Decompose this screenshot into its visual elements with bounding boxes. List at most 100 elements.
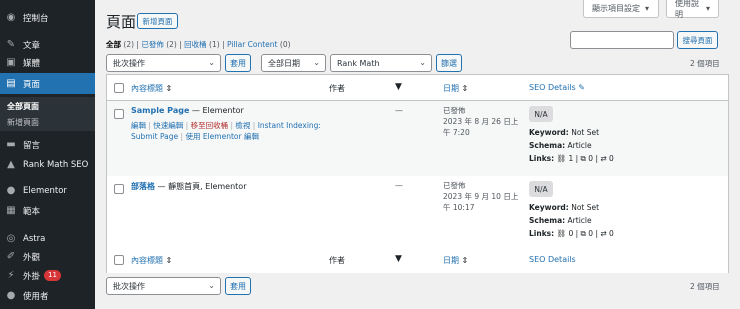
action-view[interactable]: 檢視	[235, 121, 250, 130]
column-seo-label: SEO Details	[529, 83, 576, 92]
screen-options-button[interactable]: 顯示項目設定 ▾	[583, 0, 659, 18]
keyword-label: Keyword:	[529, 128, 569, 137]
row-author: —	[395, 181, 403, 190]
sort-icon: ⇕	[165, 256, 173, 265]
update-count-badge: 11	[44, 270, 61, 281]
menu-label: 控制台	[23, 13, 49, 24]
menu-templates[interactable]: ▦ 範本	[0, 200, 95, 221]
screen-options-label: 顯示項目設定	[592, 4, 640, 13]
search-input[interactable]	[570, 31, 674, 49]
page-title: 頁面	[106, 13, 137, 31]
rank-math-filter-select[interactable]: Rank Math ⌄	[330, 54, 432, 72]
search-pages-button[interactable]: 搜尋頁面	[677, 31, 718, 49]
bulk-action-select[interactable]: 批次操作 ⌄	[106, 54, 221, 72]
links-label: Links:	[529, 229, 555, 238]
user-icon: ●	[6, 290, 16, 301]
table-header: 內容標題 ⇕ 作者 ▼ 日期 ⇕ SEO Details ✎	[107, 75, 728, 101]
select-all-checkbox[interactable]	[114, 255, 124, 265]
column-title-sort[interactable]: 內容標題 ⇕	[131, 255, 172, 266]
action-edit[interactable]: 編輯	[131, 121, 146, 130]
filter-published[interactable]: 已發佈	[141, 40, 164, 49]
row-title: 部落格 — 靜態首頁, Elementor	[131, 181, 246, 192]
add-new-page-button[interactable]: 新增頁面	[137, 13, 178, 29]
bulk-action-select-bottom[interactable]: 批次操作 ⌄	[106, 277, 221, 295]
dashboard-icon: ◉	[6, 12, 16, 23]
bulk-apply-button[interactable]: 套用	[225, 54, 251, 72]
rank-math-icon: ▲	[7, 159, 15, 170]
menu-appearance[interactable]: ✐ 外觀	[0, 246, 95, 267]
row-date-line1: 2023 年 9 月 10 日上	[443, 192, 519, 201]
schema-label: Schema:	[529, 216, 566, 225]
menu-media[interactable]: ▣ 媒體	[0, 52, 95, 73]
menu-elementor[interactable]: ● Elementor	[0, 180, 95, 201]
filter-all[interactable]: 全部	[106, 40, 121, 49]
bulk-action-value: 批次操作	[113, 281, 145, 291]
row-checkbox[interactable]	[114, 184, 124, 194]
external-link-icon: ⧉	[580, 229, 586, 238]
column-date[interactable]: 日期 ⇕	[443, 255, 468, 266]
column-seo-details[interactable]: SEO Details ✎	[529, 83, 585, 92]
menu-label: Rank Math SEO	[23, 159, 89, 170]
menu-users[interactable]: ● 使用者	[0, 285, 95, 306]
row-title-link[interactable]: 部落格	[131, 182, 155, 191]
edit-pencil-icon: ✎	[578, 83, 585, 92]
menu-comments[interactable]: ▬ 留言	[0, 134, 95, 155]
menu-label: Astra	[23, 233, 46, 244]
row-title-link[interactable]: Sample Page	[131, 106, 189, 115]
action-submit-page[interactable]: Submit Page	[131, 132, 178, 141]
media-icon: ▣	[6, 57, 16, 68]
bulk-apply-button-bottom[interactable]: 套用	[225, 277, 251, 295]
help-button[interactable]: 使用說明 ▾	[666, 0, 719, 19]
submenu-add-page[interactable]: 新增頁面	[0, 115, 95, 129]
filter-button[interactable]: 篩選	[436, 54, 462, 72]
filter-separator: |	[136, 40, 139, 49]
menu-rank-math[interactable]: ▲ Rank Math SEO	[0, 154, 95, 175]
row-author: —	[395, 106, 403, 115]
external-link-count: 0	[588, 154, 594, 163]
filter-separator: |	[222, 40, 225, 49]
pages-table: 內容標題 ⇕ 作者 ▼ 日期 ⇕ SEO Details ✎ Sample Pa…	[106, 74, 729, 273]
sort-icon: ⇕	[165, 84, 173, 93]
date-filter-select[interactable]: 全部日期 ⌄	[261, 54, 326, 72]
filter-trash[interactable]: 回收桶	[184, 40, 207, 49]
bulk-action-value: 批次操作	[113, 58, 145, 68]
seo-score-badge: N/A	[529, 181, 553, 197]
row-date-line1: 2023 年 8 月 26 日上	[443, 117, 519, 126]
keyword-value: Not Set	[571, 128, 600, 137]
menu-label: 頁面	[23, 79, 41, 90]
internal-link-icon: ⛓	[556, 154, 567, 163]
comment-icon: ▬	[6, 139, 16, 150]
column-seo-details[interactable]: SEO Details	[529, 255, 576, 264]
row-title-suffix: — Elementor	[191, 106, 244, 115]
seo-details: Keyword: Not Set Schema: Article Links: …	[529, 203, 614, 238]
action-quick-edit[interactable]: 快速編輯	[153, 121, 183, 130]
menu-label: 留言	[23, 140, 41, 151]
sort-icon: ⇕	[461, 256, 469, 265]
astra-icon: ◎	[6, 233, 16, 244]
column-author: 作者	[329, 256, 345, 265]
filter-pillar-content[interactable]: Pillar Content	[227, 40, 278, 49]
menu-plugins[interactable]: ⚡ 外掛 11	[0, 265, 95, 286]
column-date-label: 日期	[443, 256, 459, 265]
row-date-line2: 午 7:20	[443, 128, 470, 137]
action-trash[interactable]: 移至回收桶	[191, 121, 229, 130]
internal-link-count: 0	[568, 229, 574, 238]
seo-score-badge: N/A	[529, 106, 553, 122]
chevron-down-icon: ⌄	[313, 58, 320, 67]
menu-dashboard[interactable]: ◉ 控制台	[0, 7, 95, 28]
incoming-link-count: 0	[609, 154, 614, 163]
submenu-all-pages[interactable]: 全部頁面	[0, 99, 95, 113]
column-date[interactable]: 日期 ⇕	[443, 83, 468, 94]
row-checkbox[interactable]	[114, 109, 124, 119]
comment-icon[interactable]: ▼	[395, 254, 402, 264]
admin-sidebar: ◉ 控制台 ✎ 文章 ▣ 媒體 ▤ 頁面 全部頁面 新增頁面 ▬ 留言 ▲ Ra…	[0, 0, 95, 309]
select-all-checkbox[interactable]	[114, 83, 124, 93]
column-title-sort[interactable]: 內容標題 ⇕	[131, 83, 172, 94]
help-label: 使用說明	[675, 0, 699, 19]
schema-value: Article	[567, 216, 592, 225]
menu-pages[interactable]: ▤ 頁面	[0, 73, 95, 94]
template-icon: ▦	[6, 205, 16, 216]
row-date-status: 已發佈	[443, 181, 466, 190]
action-edit-elementor[interactable]: 使用 Elementor 編輯	[185, 132, 259, 141]
comment-icon[interactable]: ▼	[395, 82, 402, 92]
